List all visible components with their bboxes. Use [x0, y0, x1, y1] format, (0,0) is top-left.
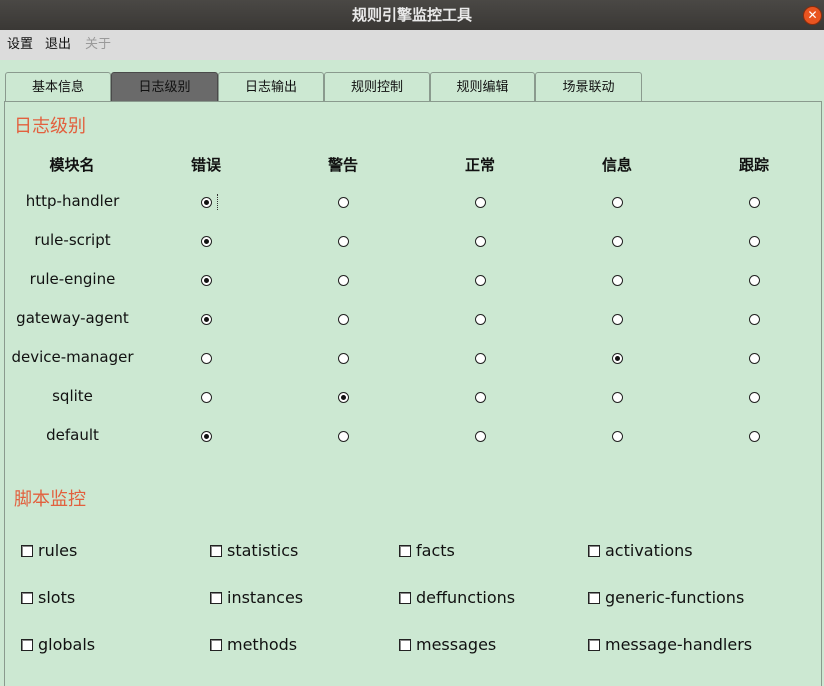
- log-level-radio[interactable]: [475, 197, 486, 208]
- log-level-section-title: 日志级别: [14, 116, 86, 137]
- checkbox-label: deffunctions: [416, 588, 516, 607]
- log-level-radio[interactable]: [475, 392, 486, 403]
- log-level-radio[interactable]: [612, 431, 623, 442]
- log-level-radio[interactable]: [201, 197, 212, 208]
- log-level-radio[interactable]: [475, 236, 486, 247]
- module-name: gateway-agent: [16, 309, 129, 327]
- checkbox[interactable]: [399, 545, 411, 557]
- log-level-radio[interactable]: [475, 353, 486, 364]
- level-column-header: 正常: [464, 156, 495, 174]
- tab-log-level[interactable]: 日志级别: [111, 72, 218, 102]
- menu-about[interactable]: 关于: [85, 30, 111, 60]
- log-level-radio[interactable]: [612, 314, 623, 325]
- log-level-radio[interactable]: [612, 353, 623, 364]
- checkbox[interactable]: [210, 545, 222, 557]
- checkbox[interactable]: [21, 592, 33, 604]
- tab-scene-linkage[interactable]: 场景联动: [535, 72, 642, 102]
- focus-indicator: [217, 194, 219, 210]
- checkbox[interactable]: [399, 639, 411, 651]
- checkbox-label: message-handlers: [605, 635, 753, 654]
- log-level-radio[interactable]: [201, 275, 212, 286]
- checkbox-label: activations: [605, 541, 693, 560]
- checkbox-label: slots: [38, 588, 76, 607]
- checkbox[interactable]: [210, 592, 222, 604]
- log-level-radio[interactable]: [338, 197, 349, 208]
- log-level-radio[interactable]: [338, 236, 349, 247]
- module-name: sqlite: [52, 387, 93, 405]
- log-level-radio[interactable]: [338, 314, 349, 325]
- log-level-radio[interactable]: [475, 431, 486, 442]
- log-level-radio[interactable]: [612, 197, 623, 208]
- checkbox-label: facts: [416, 541, 455, 560]
- close-icon[interactable]: ✕: [803, 6, 822, 25]
- log-level-radio[interactable]: [201, 353, 212, 364]
- log-level-radio[interactable]: [338, 392, 349, 403]
- menu-exit[interactable]: 退出: [45, 30, 71, 60]
- panel-border-right: [821, 101, 822, 686]
- level-column-header: 信息: [601, 156, 632, 174]
- tab-basic-info[interactable]: 基本信息: [5, 72, 111, 102]
- log-level-radio[interactable]: [749, 197, 760, 208]
- window-title-bar: 规则引擎监控工具 ✕: [0, 0, 824, 30]
- checkbox-label: generic-functions: [605, 588, 745, 607]
- checkbox[interactable]: [210, 639, 222, 651]
- log-level-radio[interactable]: [338, 275, 349, 286]
- module-column-header: 模块名: [49, 156, 95, 174]
- tab-bar: 基本信息 日志级别 日志输出 规则控制 规则编辑 场景联动: [0, 60, 824, 102]
- checkbox-label: statistics: [227, 541, 299, 560]
- log-level-radio[interactable]: [749, 236, 760, 247]
- log-level-radio[interactable]: [201, 314, 212, 325]
- level-column-header: 跟踪: [738, 156, 769, 174]
- log-level-radio[interactable]: [475, 275, 486, 286]
- checkbox[interactable]: [21, 545, 33, 557]
- window-title: 规则引擎监控工具: [351, 6, 472, 24]
- tab-rule-control[interactable]: 规则控制: [324, 72, 430, 102]
- log-level-radio[interactable]: [201, 392, 212, 403]
- log-level-radio[interactable]: [749, 431, 760, 442]
- checkbox-label: instances: [227, 588, 304, 607]
- log-level-radio[interactable]: [338, 353, 349, 364]
- log-level-radio[interactable]: [201, 431, 212, 442]
- log-level-radio[interactable]: [612, 275, 623, 286]
- checkbox[interactable]: [399, 592, 411, 604]
- level-column-header: 错误: [190, 156, 221, 174]
- module-name: device-manager: [11, 348, 134, 366]
- log-level-radio[interactable]: [612, 236, 623, 247]
- log-level-radio[interactable]: [338, 431, 349, 442]
- checkbox[interactable]: [21, 639, 33, 651]
- log-level-radio[interactable]: [749, 353, 760, 364]
- checkbox[interactable]: [588, 545, 600, 557]
- log-level-radio[interactable]: [475, 314, 486, 325]
- checkbox-label: methods: [227, 635, 298, 654]
- checkbox-label: rules: [38, 541, 78, 560]
- menu-bar: 设置 退出 关于: [0, 30, 824, 61]
- log-level-radio[interactable]: [612, 392, 623, 403]
- menu-settings[interactable]: 设置: [7, 30, 33, 60]
- tab-rule-edit[interactable]: 规则编辑: [430, 72, 535, 102]
- panel-border: [4, 101, 822, 102]
- module-name: http-handler: [25, 192, 120, 210]
- tab-log-output[interactable]: 日志输出: [218, 72, 324, 102]
- module-name: default: [46, 426, 99, 444]
- log-level-radio[interactable]: [201, 236, 212, 247]
- log-level-radio[interactable]: [749, 392, 760, 403]
- script-monitor-section-title: 脚本监控: [14, 489, 86, 510]
- module-name: rule-engine: [29, 270, 116, 288]
- checkbox[interactable]: [588, 639, 600, 651]
- module-name: rule-script: [34, 231, 111, 249]
- checkbox[interactable]: [588, 592, 600, 604]
- checkbox-label: messages: [416, 635, 497, 654]
- checkbox-label: globals: [38, 635, 96, 654]
- log-level-radio[interactable]: [749, 314, 760, 325]
- level-column-header: 警告: [327, 156, 358, 174]
- log-level-radio[interactable]: [749, 275, 760, 286]
